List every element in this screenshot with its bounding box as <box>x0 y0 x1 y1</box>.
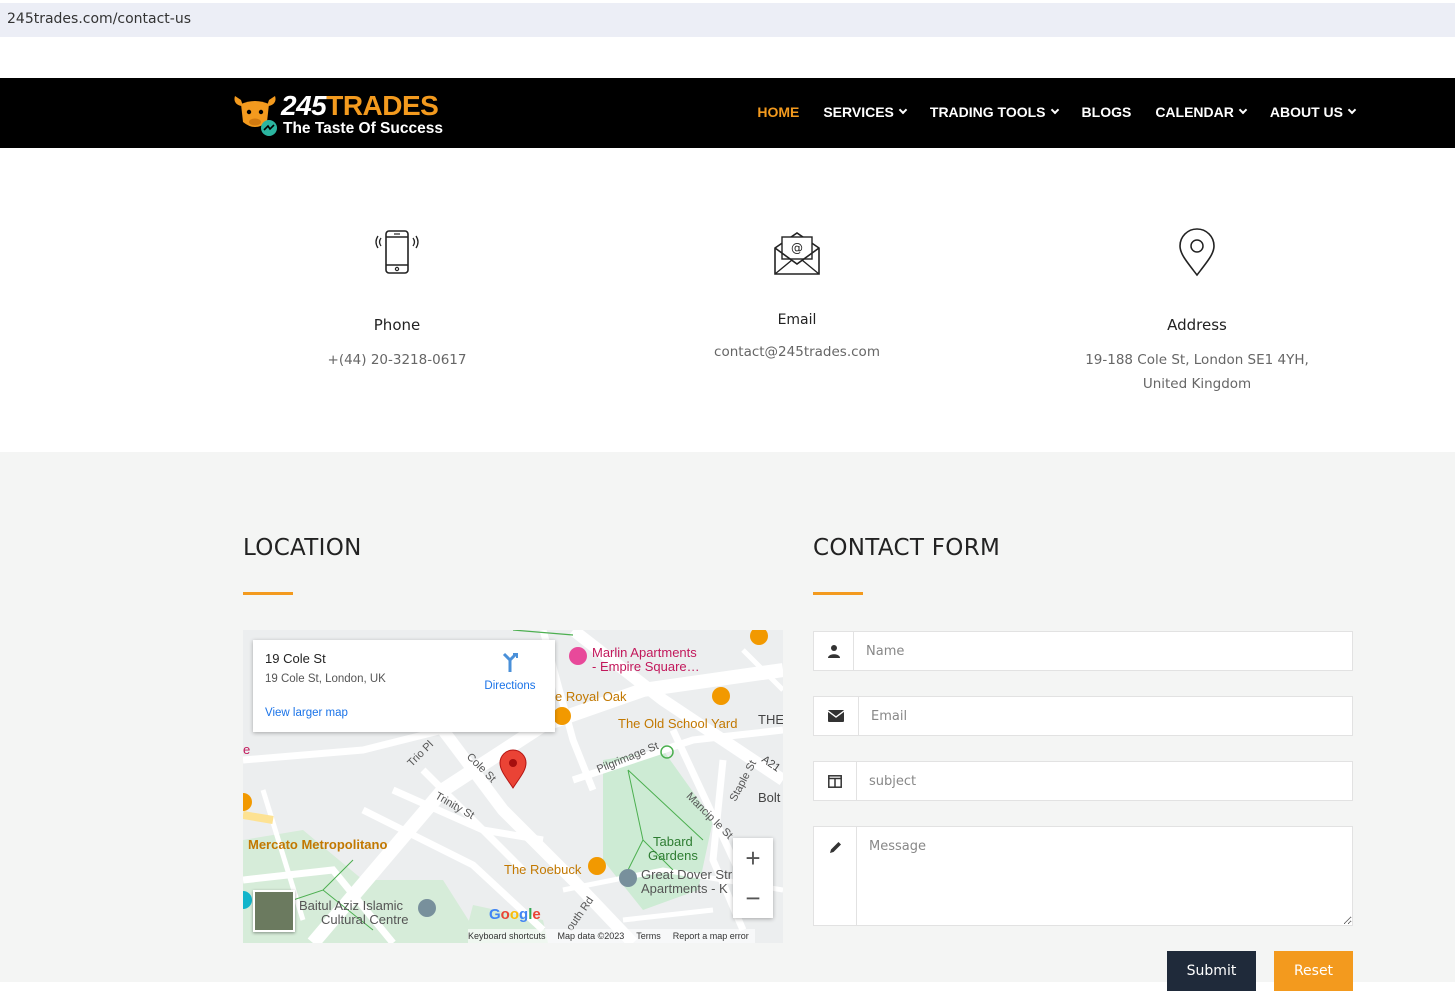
logo-tagline: The Taste Of Success <box>283 120 443 137</box>
email-value[interactable]: contact@245trades.com <box>647 340 947 364</box>
contact-email: @ Email contact@245trades.com <box>647 228 947 364</box>
report-map-error-link[interactable]: Report a map error <box>673 931 749 941</box>
logo-word: TRADES <box>326 90 439 121</box>
map-place-card: 19 Cole St 19 Cole St, London, UK View l… <box>253 640 555 732</box>
map-label-bolt: Bolt <box>758 790 781 805</box>
map-label-great-dover: Great Dover Str <box>641 867 733 882</box>
google-logo: Google <box>489 906 541 923</box>
nav-about-us[interactable]: ABOUT US <box>1270 104 1357 120</box>
place-address: 19 Cole St, London, UK <box>265 673 386 685</box>
address-value: 19-188 Cole St, London SE1 4YH, United K… <box>1047 348 1347 396</box>
keyboard-shortcuts-link[interactable]: Keyboard shortcuts <box>468 931 546 941</box>
contact-phone: Phone +(44) 20-3218-0617 <box>247 228 547 372</box>
google-map[interactable]: Marlin Apartments - Empire Square… e Roy… <box>243 630 783 943</box>
map-label-cultural: Cultural Centre <box>321 912 409 927</box>
logo-wordmark: 245TRADES <box>281 90 439 122</box>
phone-value[interactable]: +(44) 20-3218-0617 <box>247 348 547 372</box>
subject-field <box>813 761 1353 801</box>
phone-label: Phone <box>373 316 421 334</box>
map-label-apartments: Apartments - K <box>641 881 728 896</box>
location-pin-icon <box>1179 228 1215 277</box>
svg-text:@: @ <box>791 241 803 255</box>
nav-services[interactable]: SERVICES <box>823 104 908 120</box>
map-label-gardens: Gardens <box>648 848 698 863</box>
nav-trading-tools[interactable]: TRADING TOOLS <box>930 104 1059 120</box>
map-label-the: THE <box>758 712 783 727</box>
envelope-icon <box>814 697 859 735</box>
address-label: Address <box>1167 316 1227 334</box>
satellite-toggle[interactable] <box>253 890 295 932</box>
message-input[interactable] <box>857 827 1352 925</box>
map-label-tabard: Tabard <box>653 834 693 849</box>
zoom-in-button[interactable]: + <box>733 838 773 878</box>
zoom-out-button[interactable]: − <box>733 878 773 918</box>
email-label: Email <box>777 312 817 328</box>
place-name: 19 Cole St <box>265 651 326 666</box>
subject-input[interactable] <box>857 762 1352 800</box>
contact-form-title: CONTACT FORM <box>813 535 1001 561</box>
columns-icon <box>814 762 857 800</box>
bull-logo-icon <box>234 96 277 136</box>
nav-blogs[interactable]: BLOGS <box>1082 104 1132 120</box>
map-zoom-controls: + − <box>733 838 773 918</box>
directions-icon <box>502 652 518 672</box>
chevron-down-icon <box>1238 105 1248 115</box>
chevron-down-icon <box>898 105 908 115</box>
pencil-icon <box>814 827 857 925</box>
logo-number: 245 <box>281 90 327 121</box>
address-line-2: United Kingdom <box>1142 376 1252 392</box>
email-input[interactable] <box>859 697 1352 735</box>
map-label-royal-oak: e Royal Oak <box>555 689 627 704</box>
email-field <box>813 696 1353 736</box>
map-label-e: e <box>243 742 251 757</box>
name-input[interactable] <box>854 632 1352 670</box>
map-footer: Keyboard shortcuts Map data ©2023 Terms … <box>468 929 755 943</box>
chevron-down-icon <box>1050 105 1059 115</box>
contact-form-title-underline <box>813 592 863 595</box>
map-label-baitul: Baitul Aziz Islamic <box>299 898 404 913</box>
chevron-down-icon <box>1347 105 1357 115</box>
directions-button[interactable]: Directions <box>481 652 539 692</box>
map-label-marlin: Marlin Apartments <box>592 645 697 660</box>
address-line-1: 19-188 Cole St, London SE1 4YH, <box>1085 352 1309 368</box>
view-larger-map-link[interactable]: View larger map <box>265 707 348 719</box>
map-label-marlin-2: - Empire Square… <box>592 659 700 674</box>
nav-home[interactable]: HOME <box>757 104 799 120</box>
main-nav: HOME SERVICES TRADING TOOLS BLOGS CALEND… <box>733 104 1357 120</box>
directions-label: Directions <box>484 680 536 692</box>
location-title-underline <box>243 592 293 595</box>
map-label-mercato: Mercato Metropolitano <box>248 837 388 852</box>
name-field <box>813 631 1353 671</box>
map-label-roebuck: The Roebuck <box>504 862 582 877</box>
contact-address: Address 19-188 Cole St, London SE1 4YH, … <box>1047 228 1347 396</box>
nav-calendar[interactable]: CALENDAR <box>1155 104 1248 120</box>
location-title: LOCATION <box>243 535 362 561</box>
address-bar[interactable]: 245trades.com/contact-us <box>0 3 1455 37</box>
map-data-text: Map data ©2023 <box>557 931 625 941</box>
site-header: 245TRADES The Taste Of Success HOME SERV… <box>0 78 1455 148</box>
submit-button[interactable]: Submit <box>1167 951 1256 991</box>
site-logo[interactable]: 245TRADES The Taste Of Success <box>231 90 451 138</box>
phone-icon <box>375 230 419 274</box>
terms-link[interactable]: Terms <box>636 931 661 941</box>
message-field <box>813 826 1353 926</box>
url-text: 245trades.com/contact-us <box>7 11 192 27</box>
reset-button[interactable]: Reset <box>1274 951 1353 991</box>
map-label-old-school-yard: The Old School Yard <box>618 716 738 731</box>
email-icon: @ <box>774 232 820 275</box>
user-icon <box>814 632 854 670</box>
